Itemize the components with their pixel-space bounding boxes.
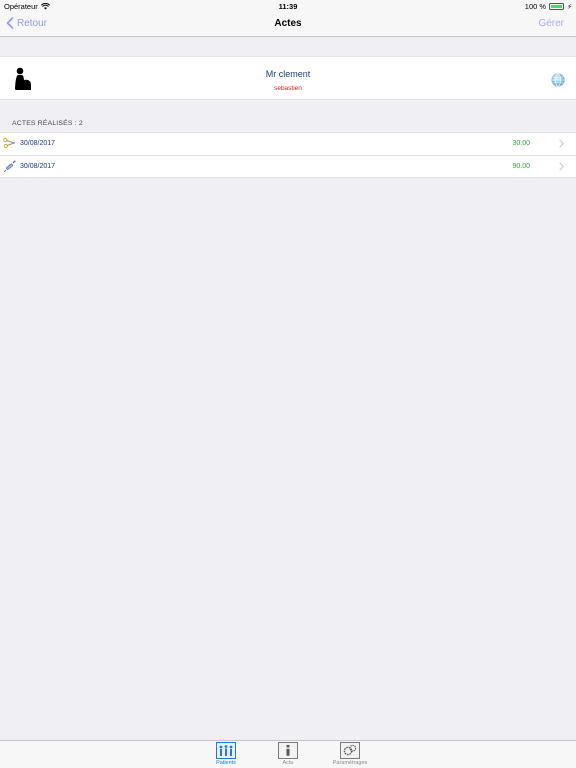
settings-icon	[340, 742, 360, 759]
acts-section-header: ACTES RÉALISÉS : 2	[12, 120, 83, 127]
syringe-icon	[3, 160, 16, 173]
info-icon	[278, 742, 298, 759]
list-item[interactable]: 30/08/2017 30.00	[0, 133, 576, 155]
act-amount: 90.00	[512, 163, 530, 170]
patient-card[interactable]: Mr clement sebastien	[0, 56, 576, 100]
act-date: 30/08/2017	[20, 140, 56, 147]
patient-name: Mr clement	[265, 69, 311, 79]
battery-percent: 100 %	[524, 2, 547, 11]
status-bar: Opérateur 11:39 100 % ⚡	[0, 0, 576, 12]
manage-button[interactable]: Gérer	[538, 18, 564, 29]
list-item[interactable]: 30/08/2017 90.00	[0, 155, 576, 177]
chevron-right-icon	[559, 139, 564, 148]
scissors-icon	[3, 137, 16, 149]
status-time: 11:39	[278, 2, 298, 11]
battery-info: 100 % ⚡	[525, 2, 572, 11]
tab-patients[interactable]: Patients	[196, 742, 256, 766]
globe-icon[interactable]	[551, 73, 565, 87]
act-amount: 30.00	[512, 140, 530, 147]
act-date: 30/08/2017	[20, 163, 56, 170]
patient-firstname: sebastien	[274, 85, 302, 92]
battery-icon	[549, 3, 565, 10]
tab-label: Paramétrages	[332, 760, 368, 766]
tab-bar: Patients Actu Paramétrages	[0, 740, 576, 768]
page-title: Actes	[274, 18, 302, 29]
navigation-bar: Retour Actes Gérer	[0, 12, 576, 37]
tab-actu[interactable]: Actu	[258, 742, 318, 766]
patients-icon	[216, 742, 236, 759]
tab-label: Actu	[282, 760, 294, 766]
acts-list: 30/08/2017 30.00 30/08/2017 90.00	[0, 132, 576, 178]
tab-parametrages[interactable]: Paramétrages	[320, 742, 380, 766]
tab-label: Patients	[216, 760, 236, 766]
charging-icon: ⚡	[567, 3, 572, 11]
chevron-right-icon	[559, 162, 564, 171]
